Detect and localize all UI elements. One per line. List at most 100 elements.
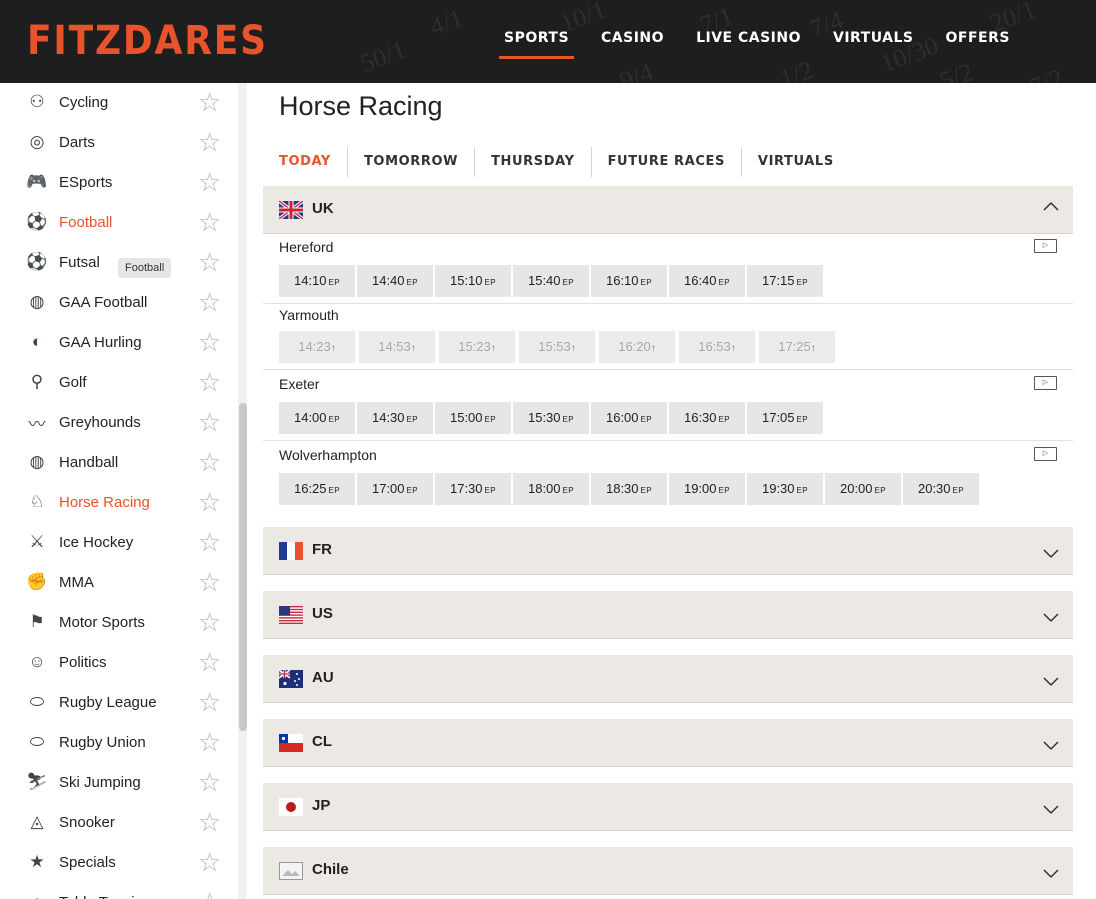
race-time-button[interactable]: 18:30 EP	[591, 473, 667, 505]
race-time-button[interactable]: 17:30 EP	[435, 473, 511, 505]
race-time-button[interactable]: 14:10 EP	[279, 265, 355, 297]
race-time-button[interactable]: 19:00 EP	[669, 473, 745, 505]
favourite-star-icon[interactable]: ☆	[198, 329, 221, 355]
race-time-button[interactable]: 14:00 EP	[279, 402, 355, 434]
region-us-header[interactable]: US	[263, 591, 1073, 639]
race-time-button[interactable]: 18:00 EP	[513, 473, 589, 505]
sidebar-item-gaa-hurling[interactable]: ◐ GAA Hurling ☆	[0, 322, 238, 362]
nav-live-casino[interactable]: LIVE CASINO	[680, 0, 817, 83]
favourite-star-icon[interactable]: ☆	[198, 249, 221, 275]
nav-offers[interactable]: OFFERS	[930, 0, 1026, 83]
sidebar-item-cycling[interactable]: ⚇ Cycling ☆	[0, 83, 238, 122]
race-time-button[interactable]: 17:05 EP	[747, 402, 823, 434]
sidebar-item-golf[interactable]: ⚲ Golf ☆	[0, 362, 238, 402]
favourite-star-icon[interactable]: ☆	[198, 809, 221, 835]
race-time-button[interactable]: 16:25 EP	[279, 473, 355, 505]
race-time-button[interactable]: 15:53↑	[519, 331, 595, 363]
race-time-button[interactable]: 17:25↑	[759, 331, 835, 363]
chevron-down-icon[interactable]	[1043, 546, 1059, 564]
sidebar-item-greyhounds[interactable]: 〰 Greyhounds ☆	[0, 402, 238, 442]
race-time-button[interactable]: 16:30 EP	[669, 402, 745, 434]
chevron-down-icon[interactable]	[1043, 674, 1059, 692]
race-time-button[interactable]: 15:30 EP	[513, 402, 589, 434]
nav-virtuals[interactable]: VIRTUALS	[817, 0, 930, 83]
region-fr-header[interactable]: FR	[263, 527, 1073, 575]
favourite-star-icon[interactable]: ☆	[198, 889, 221, 899]
favourite-star-icon[interactable]: ☆	[198, 729, 221, 755]
race-time-button[interactable]: 20:00 EP	[825, 473, 901, 505]
favourite-star-icon[interactable]: ☆	[198, 89, 221, 115]
sidebar-item-horse-racing[interactable]: ♘ Horse Racing ☆	[0, 482, 238, 522]
race-time-button[interactable]: 16:00 EP	[591, 402, 667, 434]
logo[interactable]: FITZDARES	[27, 18, 268, 64]
favourite-star-icon[interactable]: ☆	[198, 849, 221, 875]
nav-casino[interactable]: CASINO	[585, 0, 680, 83]
meeting-name[interactable]: Yarmouth	[279, 307, 339, 323]
race-time-button[interactable]: 14:40 EP	[357, 265, 433, 297]
race-time-button[interactable]: 16:20↑	[599, 331, 675, 363]
tab-virtuals[interactable]: VIRTUALS	[740, 147, 850, 177]
race-time-button[interactable]: 16:10 EP	[591, 265, 667, 297]
favourite-star-icon[interactable]: ☆	[198, 129, 221, 155]
meeting-name[interactable]: Wolverhampton	[279, 447, 377, 463]
favourite-star-icon[interactable]: ☆	[198, 609, 221, 635]
sidebar-item-gaa-football[interactable]: ◍ GAA Football ☆	[0, 282, 238, 322]
sidebar-item-rugby-league[interactable]: ⬭ Rugby League ☆	[0, 682, 238, 722]
sidebar-item-ice-hockey[interactable]: ⚔ Ice Hockey ☆	[0, 522, 238, 562]
race-time-button[interactable]: 16:40 EP	[669, 265, 745, 297]
sidebar-item-table-tennis[interactable]: ● Table Tennis ☆	[0, 882, 238, 899]
sidebar-item-handball[interactable]: ◍ Handball ☆	[0, 442, 238, 482]
sidebar-item-football[interactable]: ⚽ Football ☆	[0, 202, 238, 242]
race-time-button[interactable]: 15:40 EP	[513, 265, 589, 297]
favourite-star-icon[interactable]: ☆	[198, 209, 221, 235]
favourite-star-icon[interactable]: ☆	[198, 569, 221, 595]
chevron-up-icon[interactable]	[1043, 198, 1059, 216]
race-time-button[interactable]: 19:30 EP	[747, 473, 823, 505]
sidebar-scrollbar[interactable]	[239, 403, 247, 731]
sidebar-item-motor-sports[interactable]: ⚑ Motor Sports ☆	[0, 602, 238, 642]
meeting-name[interactable]: Hereford	[279, 239, 333, 255]
favourite-star-icon[interactable]: ☆	[198, 689, 221, 715]
tab-tomorrow[interactable]: TOMORROW	[346, 147, 474, 177]
favourite-star-icon[interactable]: ☆	[198, 769, 221, 795]
favourite-star-icon[interactable]: ☆	[198, 449, 221, 475]
live-stream-icon[interactable]: ▷	[1034, 239, 1057, 253]
race-time-button[interactable]: 14:23↑	[279, 331, 355, 363]
sidebar-item-ski-jumping[interactable]: ⛷ Ski Jumping ☆	[0, 762, 238, 802]
favourite-star-icon[interactable]: ☆	[198, 369, 221, 395]
favourite-star-icon[interactable]: ☆	[198, 409, 221, 435]
chevron-down-icon[interactable]	[1043, 802, 1059, 820]
sidebar-item-politics[interactable]: ☺ Politics ☆	[0, 642, 238, 682]
race-time-button[interactable]: 16:53↑	[679, 331, 755, 363]
live-stream-icon[interactable]: ▷	[1034, 376, 1057, 390]
race-time-button[interactable]: 17:15 EP	[747, 265, 823, 297]
favourite-star-icon[interactable]: ☆	[198, 169, 221, 195]
region-jp-header[interactable]: JP	[263, 783, 1073, 831]
tab-future-races[interactable]: FUTURE RACES	[590, 147, 741, 177]
live-stream-icon[interactable]: ▷	[1034, 447, 1057, 461]
race-time-button[interactable]: 14:30 EP	[357, 402, 433, 434]
chevron-down-icon[interactable]	[1043, 866, 1059, 884]
chevron-down-icon[interactable]	[1043, 738, 1059, 756]
region-cl-header[interactable]: CL	[263, 719, 1073, 767]
region-uk-header[interactable]: UK	[263, 186, 1073, 234]
race-time-button[interactable]: 14:53↑	[359, 331, 435, 363]
race-time-button[interactable]: 15:00 EP	[435, 402, 511, 434]
tab-today[interactable]: TODAY	[279, 147, 347, 177]
sidebar-item-specials[interactable]: ★ Specials ☆	[0, 842, 238, 882]
sidebar-item-rugby-union[interactable]: ⬭ Rugby Union ☆	[0, 722, 238, 762]
favourite-star-icon[interactable]: ☆	[198, 649, 221, 675]
race-time-button[interactable]: 15:23↑	[439, 331, 515, 363]
sidebar-item-darts[interactable]: ◎ Darts ☆	[0, 122, 238, 162]
sidebar-item-esports[interactable]: 🎮 ESports ☆	[0, 162, 238, 202]
favourite-star-icon[interactable]: ☆	[198, 289, 221, 315]
chevron-down-icon[interactable]	[1043, 610, 1059, 628]
favourite-star-icon[interactable]: ☆	[198, 529, 221, 555]
region-au-header[interactable]: AU	[263, 655, 1073, 703]
race-time-button[interactable]: 15:10 EP	[435, 265, 511, 297]
race-time-button[interactable]: 17:00 EP	[357, 473, 433, 505]
race-time-button[interactable]: 20:30 EP	[903, 473, 979, 505]
nav-sports[interactable]: SPORTS	[488, 0, 585, 83]
sidebar-item-mma[interactable]: ✊ MMA ☆	[0, 562, 238, 602]
tab-thursday[interactable]: THURSDAY	[474, 147, 591, 177]
